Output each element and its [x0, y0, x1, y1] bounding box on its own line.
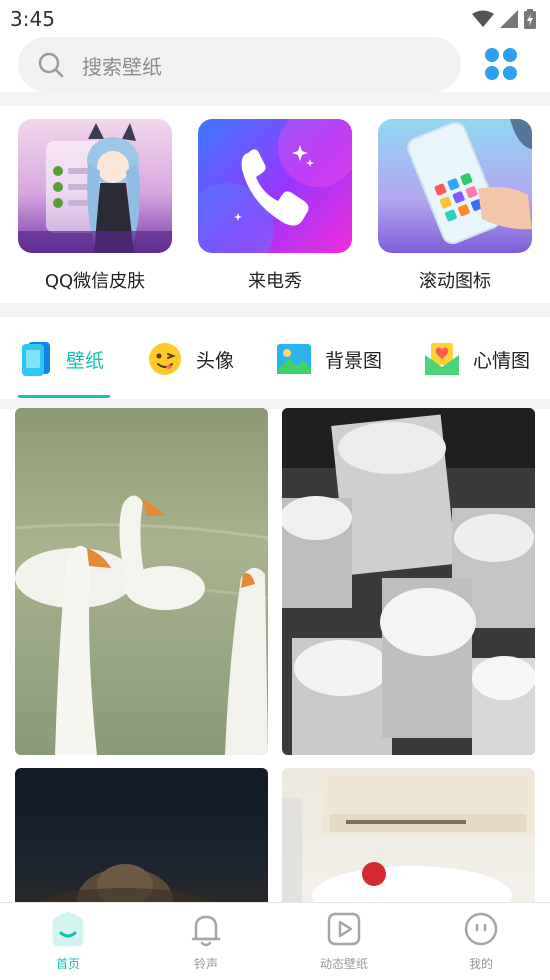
- feature-label: 来电秀: [248, 271, 302, 292]
- tab-label: 背景图: [325, 349, 383, 372]
- category-tabs: 壁纸 头像 背景图 心情图: [0, 317, 550, 399]
- profile-icon: [464, 912, 498, 946]
- heart-envelope-icon: [425, 343, 459, 375]
- feature-label: QQ微信皮肤: [44, 271, 146, 292]
- home-icon: [52, 911, 84, 947]
- nav-profile[interactable]: 我的: [431, 911, 531, 972]
- feature-thumbnail: [198, 119, 352, 253]
- feature-thumbnail: [378, 119, 532, 253]
- tab-wallpaper[interactable]: 壁纸: [22, 339, 104, 379]
- feature-label: 滚动图标: [419, 271, 491, 292]
- active-tab-indicator: [18, 395, 110, 398]
- nav-home[interactable]: 首页: [18, 911, 118, 972]
- nav-label: 动态壁纸: [319, 957, 368, 971]
- tab-background[interactable]: 背景图: [277, 339, 382, 379]
- tab-label: 心情图: [473, 349, 531, 372]
- wallpaper-card[interactable]: [282, 768, 535, 908]
- wallpaper-card[interactable]: [282, 408, 535, 755]
- landscape-image-icon: [277, 344, 311, 374]
- status-time: 3:45: [10, 7, 55, 31]
- feature-qq-wechat-skin[interactable]: QQ微信皮肤: [18, 119, 172, 293]
- tab-label: 壁纸: [66, 349, 105, 372]
- nav-label: 首页: [55, 957, 80, 971]
- feature-scroll-icons[interactable]: 滚动图标: [378, 119, 532, 293]
- status-bar: 3:45: [0, 0, 550, 36]
- bell-icon: [191, 915, 221, 947]
- section-divider: [0, 92, 550, 106]
- apps-grid-icon[interactable]: [482, 45, 522, 85]
- feature-call-show[interactable]: 来电秀: [198, 119, 352, 293]
- battery-icon: [524, 9, 536, 29]
- tab-mood[interactable]: 心情图: [425, 339, 530, 379]
- bottom-navigation: 首页 铃声 动态壁纸 我的: [0, 902, 550, 980]
- nav-ringtones[interactable]: 铃声: [156, 911, 256, 972]
- search-placeholder: 搜索壁纸: [82, 55, 162, 79]
- phone-wallpaper-icon: [22, 342, 50, 376]
- nav-label: 我的: [468, 957, 493, 971]
- smiley-face-icon: [149, 343, 181, 375]
- nav-live-wallpaper[interactable]: 动态壁纸: [294, 911, 394, 972]
- wallpaper-card[interactable]: [15, 768, 268, 908]
- nav-label: 铃声: [193, 957, 218, 971]
- tab-avatar[interactable]: 头像: [148, 339, 234, 379]
- tab-label: 头像: [196, 349, 235, 372]
- play-icon: [327, 912, 361, 946]
- wifi-icon: [472, 10, 494, 27]
- search-bar[interactable]: 搜索壁纸: [18, 37, 461, 92]
- search-icon: [38, 52, 64, 78]
- wallpaper-card[interactable]: [15, 408, 268, 755]
- feature-thumbnail: [18, 119, 172, 253]
- signal-icon: [500, 10, 518, 28]
- section-divider: [0, 303, 550, 317]
